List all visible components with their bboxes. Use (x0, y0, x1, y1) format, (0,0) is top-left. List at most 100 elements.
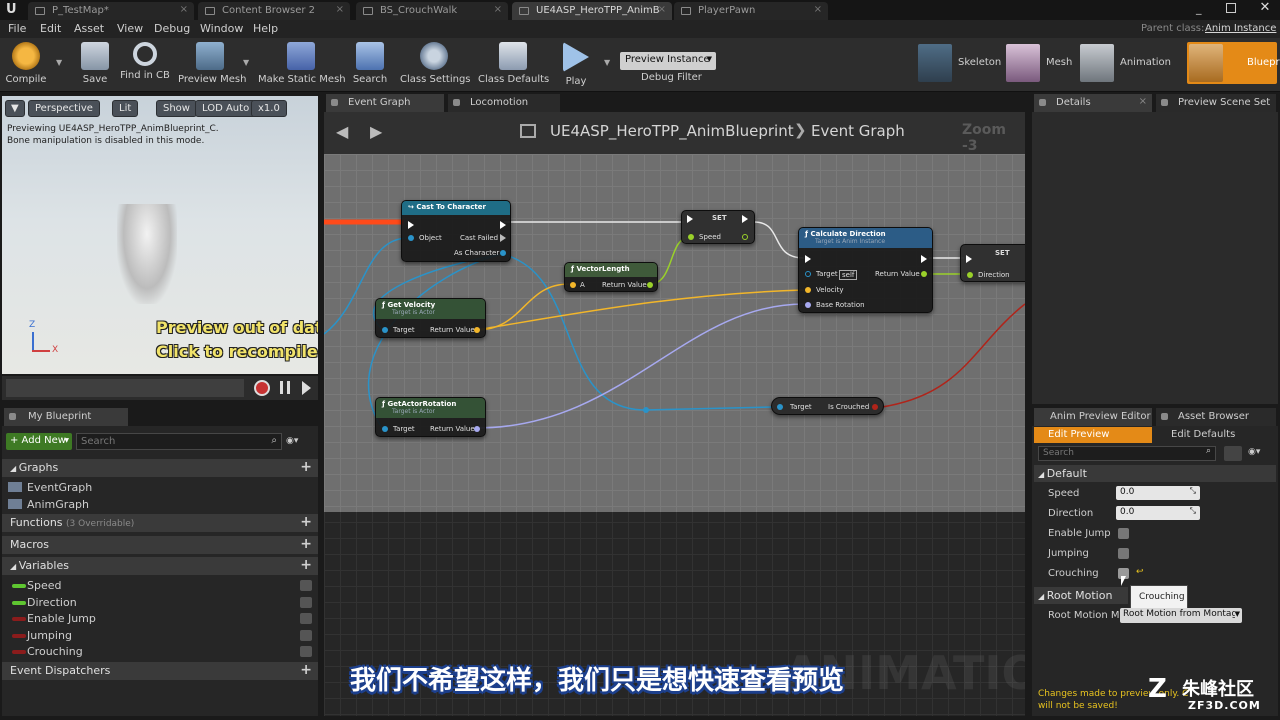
exec-out-pin[interactable] (742, 215, 748, 223)
node-cast-to-character[interactable]: ↪ Cast To Character Object Cast Failed A… (401, 200, 511, 262)
speed-out-pin[interactable] (742, 234, 748, 240)
add-new-button[interactable]: + Add New ▼ (6, 433, 72, 450)
find-in-cb-button[interactable]: Find in CB (118, 40, 172, 88)
click-to-recompile-warning[interactable]: Click to recompile (156, 342, 318, 361)
doc-tab-anim-blueprint[interactable]: UE4ASP_HeroTPP_AnimB × (512, 2, 672, 20)
direction-return-pin[interactable] (921, 271, 927, 277)
as-character-pin[interactable] (500, 250, 506, 256)
tab-my-blueprint[interactable]: My Blueprint (4, 408, 128, 426)
tab-anim-preview-editor[interactable]: Anim Preview Editor (1034, 408, 1152, 426)
step-forward-icon[interactable] (302, 381, 311, 395)
perspective-button[interactable]: Perspective (28, 100, 100, 117)
close-icon[interactable]: × (1139, 96, 1147, 107)
compile-button[interactable]: Compile (4, 40, 48, 88)
direction-in-pin[interactable] (967, 272, 973, 278)
doc-tab-player-pawn[interactable]: PlayerPawn × (674, 2, 828, 20)
show-button[interactable]: Show (156, 100, 197, 117)
target-pin[interactable] (382, 426, 388, 432)
target-pin[interactable] (805, 271, 811, 277)
visibility-eye-icon[interactable]: ◉▾ (1248, 447, 1260, 457)
forward-arrow-icon[interactable]: ▶ (370, 122, 382, 141)
node-get-actor-rotation[interactable]: ƒ GetActorRotation Target is Actor Targe… (375, 397, 486, 437)
speed-value-field[interactable]: 0.0 ⤡ (1116, 486, 1200, 500)
add-graph-button[interactable]: + (300, 459, 312, 475)
pause-icon[interactable] (280, 381, 290, 394)
property-matrix-icon[interactable] (1224, 446, 1242, 461)
is-crouched-pin[interactable] (872, 404, 878, 410)
mode-skeleton-button[interactable]: Skeleton (916, 42, 1001, 84)
default-category-header[interactable]: ◢ Default (1034, 465, 1276, 482)
preview-out-of-date-warning[interactable]: Preview out of date (156, 318, 318, 337)
exec-out-pin[interactable] (921, 255, 927, 263)
tab-asset-browser[interactable]: Asset Browser (1156, 408, 1276, 426)
variable-item-speed[interactable]: Speed (2, 578, 318, 594)
node-set-speed[interactable]: SET Speed (681, 210, 755, 244)
breadcrumb-graph[interactable]: Event Graph (811, 122, 905, 140)
tab-locomotion[interactable]: Locomotion (448, 94, 560, 112)
target-pin[interactable] (382, 327, 388, 333)
jumping-checkbox[interactable] (1118, 548, 1129, 559)
direction-value-field[interactable]: 0.0 ⤡ (1116, 506, 1200, 520)
node-calculate-direction[interactable]: ƒ Calculate Direction Target is Anim Ins… (798, 227, 933, 313)
add-function-button[interactable]: + (300, 514, 312, 530)
macros-header[interactable]: Macros + (2, 536, 318, 554)
add-macro-button[interactable]: + (300, 536, 312, 552)
back-arrow-icon[interactable]: ◀ (336, 122, 348, 141)
record-icon[interactable] (254, 380, 270, 396)
menu-help[interactable]: Help (253, 22, 278, 35)
functions-header[interactable]: Functions (3 Overridable) + (2, 514, 318, 532)
menu-debug[interactable]: Debug (154, 22, 190, 35)
preview-instance-dropdown[interactable]: Preview Instance ▼ (620, 52, 716, 70)
variable-item-crouching[interactable]: Crouching (2, 644, 318, 660)
visibility-toggle-icon[interactable] (300, 613, 312, 624)
doc-tab-content-browser[interactable]: Content Browser 2 × (198, 2, 350, 20)
mode-mesh-button[interactable]: Mesh (1004, 42, 1076, 84)
my-blueprint-search-input[interactable]: Search ⌕ (76, 433, 282, 450)
node-is-crouched[interactable]: Target Is Crouched (771, 397, 884, 415)
exec-out-pin[interactable] (500, 221, 506, 229)
menu-edit[interactable]: Edit (40, 22, 61, 35)
variable-item-direction[interactable]: Direction (2, 595, 318, 611)
menu-view[interactable]: View (117, 22, 143, 35)
object-pin[interactable] (408, 235, 414, 241)
make-static-mesh-button[interactable]: Make Static Mesh (258, 40, 346, 88)
viewport-menu-button[interactable]: ▼ (5, 100, 25, 117)
close-icon[interactable]: × (814, 4, 822, 15)
graph-item-eventgraph[interactable]: EventGraph (2, 479, 318, 495)
class-settings-button[interactable]: Class Settings (400, 40, 471, 88)
exec-in-pin[interactable] (408, 221, 414, 229)
unreal-logo-icon[interactable]: U (6, 2, 20, 18)
cast-failed-pin[interactable] (500, 234, 506, 242)
add-dispatcher-button[interactable]: + (300, 662, 312, 678)
save-button[interactable]: Save (78, 40, 112, 88)
play-options-chevron-icon[interactable]: ▼ (604, 58, 610, 67)
visibility-toggle-icon[interactable] (300, 630, 312, 641)
node-get-velocity[interactable]: ƒ Get Velocity Target is Actor Target Re… (375, 298, 486, 338)
breadcrumb-asset[interactable]: UE4ASP_HeroTPP_AnimBlueprint (550, 122, 794, 140)
close-icon[interactable]: × (336, 4, 344, 15)
velocity-return-pin[interactable] (474, 327, 480, 333)
rotation-return-pin[interactable] (474, 426, 480, 432)
menu-asset[interactable]: Asset (74, 22, 104, 35)
search-button[interactable]: Search (352, 40, 388, 88)
doc-tab-map[interactable]: P_TestMap* × (28, 2, 194, 20)
preview-mesh-chevron-icon[interactable]: ▼ (243, 58, 249, 67)
maximize-button[interactable] (1226, 3, 1236, 13)
node-set-direction[interactable]: SET Direction (960, 244, 1025, 282)
visibility-eye-icon[interactable]: ◉▾ (286, 436, 306, 447)
tab-event-graph[interactable]: Event Graph (326, 94, 444, 112)
menu-file[interactable]: File (8, 22, 26, 35)
variables-header[interactable]: ◢ Variables + (2, 557, 318, 575)
exec-in-pin[interactable] (966, 255, 972, 263)
return-value-pin[interactable] (647, 282, 653, 288)
velocity-pin[interactable] (805, 287, 811, 293)
close-window-button[interactable]: ✕ (1254, 0, 1276, 18)
target-pin[interactable] (777, 404, 783, 410)
enable-jump-checkbox[interactable] (1118, 528, 1129, 539)
details-search-input[interactable]: Search ⌕ (1038, 446, 1216, 461)
close-icon[interactable]: × (180, 4, 188, 15)
lod-button[interactable]: LOD Auto (195, 100, 257, 117)
preview-viewport[interactable]: ▼ Perspective Lit Show LOD Auto x1.0 Pre… (2, 96, 318, 374)
speed-in-pin[interactable] (688, 234, 694, 240)
timeline-track[interactable] (6, 379, 244, 397)
